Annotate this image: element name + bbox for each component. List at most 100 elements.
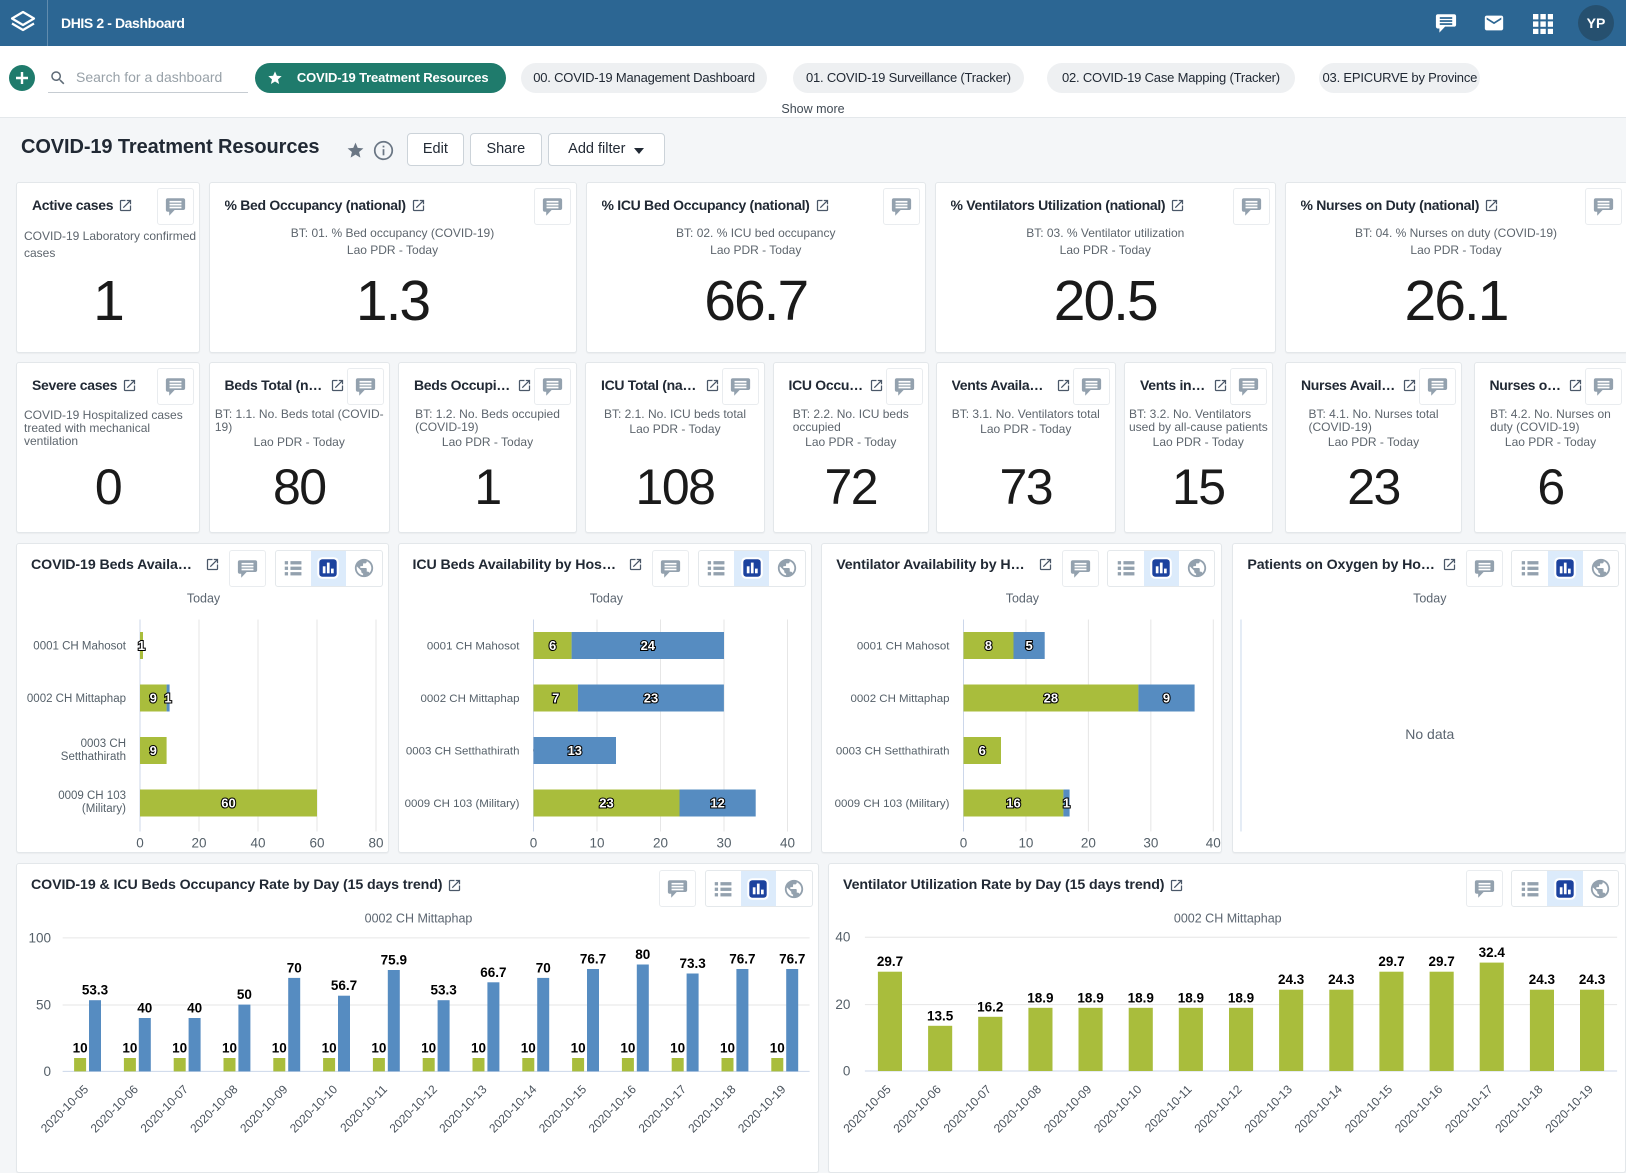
svg-text:10: 10 (122, 1041, 137, 1056)
svg-text:10: 10 (322, 1041, 337, 1056)
svg-text:40: 40 (250, 835, 265, 850)
svg-text:0001 CH Mahosot: 0001 CH Mahosot (857, 640, 950, 652)
svg-text:10: 10 (770, 1041, 785, 1056)
svg-text:2020-10-07: 2020-10-07 (138, 1082, 192, 1136)
svg-text:0009 CH 103 (Military): 0009 CH 103 (Military) (835, 797, 950, 809)
svg-text:18.9: 18.9 (1027, 990, 1053, 1005)
svg-text:Today: Today (187, 591, 221, 605)
svg-text:1: 1 (164, 690, 171, 705)
svg-text:Today: Today (1006, 591, 1040, 605)
svg-text:2020-10-06: 2020-10-06 (88, 1082, 142, 1136)
svg-text:2020-10-11: 2020-10-11 (337, 1082, 390, 1135)
svg-text:18.9: 18.9 (1077, 990, 1103, 1005)
svg-text:0: 0 (136, 835, 144, 850)
svg-text:24.3: 24.3 (1529, 972, 1556, 987)
svg-text:23: 23 (643, 690, 657, 705)
svg-text:2020-10-16: 2020-10-16 (1392, 1082, 1446, 1136)
svg-text:56.7: 56.7 (331, 978, 357, 993)
svg-text:66.7: 66.7 (480, 965, 506, 980)
svg-text:Today: Today (589, 591, 623, 605)
svg-text:13.5: 13.5 (927, 1008, 954, 1023)
svg-text:9: 9 (150, 690, 157, 705)
svg-text:0003 CH Setthathirath: 0003 CH Setthathirath (836, 745, 950, 757)
svg-text:2020-10-16: 2020-10-16 (586, 1082, 640, 1136)
svg-text:2020-10-15: 2020-10-15 (536, 1082, 590, 1136)
svg-text:18.9: 18.9 (1228, 990, 1254, 1005)
svg-text:0009 CH 103: 0009 CH 103 (58, 790, 126, 802)
svg-text:29.7: 29.7 (1428, 954, 1454, 969)
svg-text:10: 10 (589, 835, 604, 850)
svg-text:0: 0 (960, 835, 968, 850)
svg-text:10: 10 (620, 1041, 635, 1056)
svg-text:24: 24 (640, 638, 655, 653)
svg-text:2020-10-10: 2020-10-10 (287, 1082, 341, 1136)
svg-text:2020-10-05: 2020-10-05 (840, 1082, 894, 1136)
svg-text:76.7: 76.7 (779, 951, 805, 966)
svg-text:10: 10 (371, 1041, 386, 1056)
svg-text:2020-10-12: 2020-10-12 (387, 1082, 441, 1136)
svg-text:20: 20 (652, 835, 667, 850)
svg-text:0001 CH Mahosot: 0001 CH Mahosot (33, 640, 126, 652)
svg-text:0: 0 (43, 1064, 51, 1079)
svg-text:0003 CH Setthathirath: 0003 CH Setthathirath (405, 745, 519, 757)
svg-text:10: 10 (571, 1041, 586, 1056)
svg-text:0009 CH 103 (Military): 0009 CH 103 (Military) (404, 797, 519, 809)
svg-text:60: 60 (221, 795, 235, 810)
svg-text:76.7: 76.7 (729, 951, 755, 966)
svg-text:9: 9 (150, 743, 157, 758)
svg-text:8: 8 (985, 638, 992, 653)
svg-text:0002 CH Mittaphap: 0002 CH Mittaphap (27, 693, 126, 705)
svg-text:2020-10-06: 2020-10-06 (891, 1082, 945, 1136)
svg-text:2020-10-08: 2020-10-08 (187, 1082, 241, 1136)
svg-text:23: 23 (599, 795, 613, 810)
svg-text:6: 6 (548, 638, 555, 653)
svg-text:16: 16 (1006, 795, 1020, 810)
svg-text:73.3: 73.3 (679, 956, 706, 971)
svg-text:50: 50 (237, 987, 252, 1002)
svg-text:18.9: 18.9 (1178, 990, 1204, 1005)
svg-text:60: 60 (309, 835, 324, 850)
svg-text:20: 20 (191, 835, 206, 850)
svg-text:7: 7 (552, 690, 559, 705)
svg-text:50: 50 (36, 998, 51, 1013)
svg-text:0003 CH: 0003 CH (81, 738, 126, 750)
svg-text:18.9: 18.9 (1128, 990, 1154, 1005)
svg-text:40: 40 (137, 1000, 152, 1015)
svg-text:2020-10-18: 2020-10-18 (1492, 1082, 1546, 1136)
svg-text:40: 40 (835, 930, 850, 945)
svg-text:0002 CH Mittaphap: 0002 CH Mittaphap (851, 693, 950, 705)
svg-text:32.4: 32.4 (1479, 945, 1506, 960)
svg-text:2020-10-17: 2020-10-17 (1442, 1082, 1496, 1136)
svg-text:0002 CH Mittaphap: 0002 CH Mittaphap (365, 912, 473, 926)
svg-text:2020-10-15: 2020-10-15 (1342, 1082, 1396, 1136)
svg-text:2020-10-18: 2020-10-18 (685, 1082, 739, 1136)
svg-text:1: 1 (1063, 795, 1070, 810)
svg-text:2020-10-17: 2020-10-17 (636, 1082, 690, 1136)
svg-text:2020-10-13: 2020-10-13 (1242, 1082, 1296, 1136)
svg-text:2020-10-14: 2020-10-14 (486, 1082, 540, 1136)
svg-text:24.3: 24.3 (1579, 972, 1606, 987)
svg-text:29.7: 29.7 (1378, 954, 1404, 969)
svg-text:100: 100 (28, 930, 51, 945)
svg-text:10: 10 (670, 1041, 685, 1056)
svg-text:53.3: 53.3 (82, 983, 109, 998)
svg-text:2020-10-14: 2020-10-14 (1292, 1082, 1346, 1136)
svg-text:9: 9 (1163, 690, 1170, 705)
svg-text:40: 40 (779, 835, 794, 850)
svg-text:24.3: 24.3 (1328, 972, 1355, 987)
svg-text:24.3: 24.3 (1278, 972, 1305, 987)
svg-text:76.7: 76.7 (580, 951, 606, 966)
svg-text:2020-10-11: 2020-10-11 (1142, 1082, 1195, 1135)
svg-text:2020-10-13: 2020-10-13 (436, 1082, 490, 1136)
svg-text:6: 6 (979, 742, 986, 757)
svg-text:10: 10 (1019, 835, 1034, 850)
svg-text:1: 1 (138, 638, 145, 653)
svg-text:10: 10 (421, 1041, 436, 1056)
svg-text:10: 10 (720, 1041, 735, 1056)
svg-text:28: 28 (1044, 690, 1058, 705)
svg-text:5: 5 (1026, 638, 1033, 653)
svg-text:2020-10-12: 2020-10-12 (1191, 1082, 1245, 1136)
svg-text:2020-10-19: 2020-10-19 (735, 1082, 789, 1136)
svg-text:16.2: 16.2 (977, 999, 1003, 1014)
svg-text:10: 10 (521, 1041, 536, 1056)
